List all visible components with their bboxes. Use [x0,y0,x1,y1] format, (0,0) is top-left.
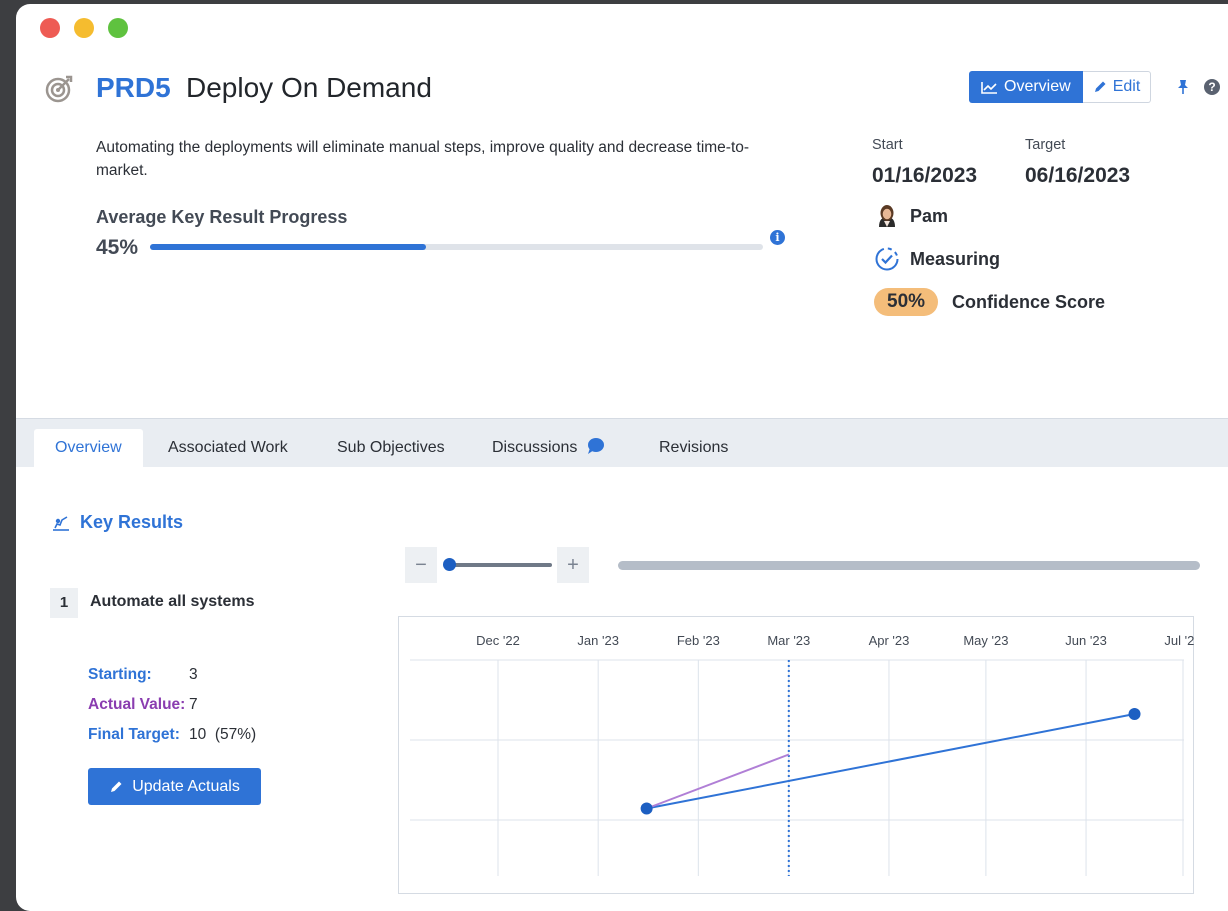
owner[interactable]: Pam [874,203,948,229]
key-results-header: Key Results [52,512,183,533]
target-icon [45,75,73,103]
zoom-out-button[interactable]: − [405,547,437,583]
chart-line-icon [981,81,997,94]
target-date: 06/16/2023 [1025,164,1131,187]
start-label: Start [872,137,903,153]
tab-revisions[interactable]: Revisions [659,429,728,467]
pencil-icon [1094,81,1106,92]
zoom-in-button[interactable]: + [557,547,589,583]
final-target-row: Final Target: 10 (57%) [88,726,256,744]
edit-button-label: Edit [1112,78,1141,95]
key-results-icon [53,515,69,531]
confidence-badge: 50% [874,288,939,316]
tab-associated-work[interactable]: Associated Work [168,429,288,467]
final-target-value: 10 (57%) [189,726,257,743]
actual-value-row: Actual Value: 7 [88,696,198,714]
zoom-slider[interactable] [447,563,552,567]
window-controls [40,18,128,38]
owner-name: Pam [910,205,949,226]
minimize-window-button[interactable] [74,18,94,38]
x-tick-label: Mar '23 [767,633,810,648]
zoom-slider-handle[interactable] [443,558,456,571]
tab-sub-objectives[interactable]: Sub Objectives [337,429,445,467]
status: Measuring [874,246,1000,272]
status-text: Measuring [910,248,1001,269]
measuring-icon [875,247,899,271]
maximize-window-button[interactable] [108,18,128,38]
tab-overview[interactable]: Overview [34,429,143,467]
tab-bar: Overview Associated Work Sub Objectives … [16,418,1228,467]
key-result-name[interactable]: Automate all systems [90,593,255,611]
starting-value-row: Starting: 3 [88,666,198,684]
x-tick-label: Apr '23 [869,633,910,648]
actual-value: 7 [189,696,198,713]
key-result-chart: Dec '22 Jan '23 Feb '23 Mar '23 Apr '23 May '… [398,616,1194,894]
timeline-scrollbar[interactable] [618,561,1200,570]
view-toggle: Overview Edit [969,71,1152,103]
close-window-button[interactable] [40,18,60,38]
objective-description: Automating the deployments will eliminat… [96,139,750,179]
progress-bar [150,244,763,250]
update-actuals-label: Update Actuals [132,777,240,795]
overview-button[interactable]: Overview [969,71,1083,103]
x-tick-label: May '23 [963,633,1008,648]
app-window: PRD5 Deploy On Demand Overview Edit ? Au… [16,4,1228,911]
objective-key[interactable]: PRD5 [96,72,171,104]
target-point[interactable] [1128,708,1141,720]
edit-button[interactable]: Edit [1082,71,1152,103]
x-tick-label: Jul '23 [1164,633,1194,648]
starting-label: Starting: [88,666,152,683]
x-tick-label: Jan '23 [577,633,619,648]
x-tick-label: Feb '23 [677,633,720,648]
key-results-title: Key Results [80,512,184,532]
chat-bubble-icon [587,438,604,454]
target-label: Target [1025,137,1066,153]
tab-discussions-label: Discussions [492,439,578,456]
confidence-label: Confidence Score [952,291,1106,312]
confidence-score: 50% Confidence Score [874,288,1105,316]
avatar [879,205,895,227]
final-target-label: Final Target: [88,726,180,743]
info-icon[interactable]: i [770,230,785,245]
update-actuals-button[interactable]: Update Actuals [88,768,261,805]
overview-button-label: Overview [1004,78,1071,95]
pencil-icon [111,781,122,792]
actual-label: Actual Value: [88,696,186,713]
start-date: 01/16/2023 [872,164,978,187]
tab-discussions[interactable]: Discussions [492,429,605,467]
pin-icon[interactable] [1177,79,1189,95]
x-tick-label: Dec '22 [476,633,520,648]
progress-label: Average Key Result Progress [96,207,348,227]
starting-value: 3 [189,666,198,683]
help-icon[interactable]: ? [1204,79,1220,95]
key-result-number: 1 [50,588,78,618]
objective-title: Deploy On Demand [186,72,432,103]
progress-bar-fill [150,244,426,250]
progress-percent: 45% [96,236,139,259]
start-point[interactable] [640,802,653,815]
x-tick-label: Jun '23 [1065,633,1107,648]
